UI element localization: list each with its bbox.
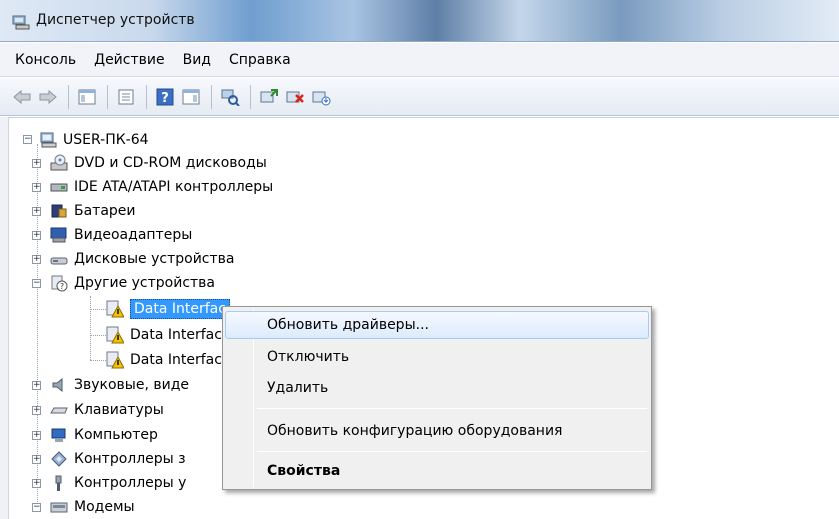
svg-text:?: ? <box>161 91 169 106</box>
expand-toggle[interactable]: + <box>32 406 41 415</box>
tree-item-data-interface-2[interactable]: Data Interfac <box>106 323 222 347</box>
expand-toggle[interactable]: + <box>32 255 41 264</box>
menu-item-delete[interactable]: Удалить <box>225 374 649 402</box>
update-driver-icon[interactable] <box>257 85 281 109</box>
tree-root[interactable]: − USER-ПК-64 <box>23 128 149 152</box>
window-title: Диспетчер устройств <box>36 12 195 28</box>
tree-item-ide[interactable]: + IDE ATA/ATAPI контроллеры <box>32 175 273 199</box>
menu-separator <box>257 451 647 452</box>
tree-item-sound[interactable]: + Звуковые, виде <box>32 373 189 397</box>
toolbar-separator <box>250 84 251 109</box>
menu-item-disable[interactable]: Отключить <box>225 343 649 371</box>
expand-toggle[interactable]: + <box>32 231 41 240</box>
unknown-device-icon: ? <box>51 275 68 292</box>
disable-icon[interactable] <box>309 85 333 109</box>
menu-action[interactable]: Действие <box>85 43 173 77</box>
menu-item-properties[interactable]: Свойства <box>225 457 649 485</box>
battery-icon <box>51 204 67 218</box>
expand-toggle[interactable]: + <box>32 431 41 440</box>
expand-toggle[interactable]: + <box>32 207 41 216</box>
help-icon[interactable]: ? <box>153 85 177 109</box>
tree-item-computer[interactable]: + Компьютер <box>32 423 158 447</box>
menu-view[interactable]: Вид <box>174 43 220 77</box>
expand-toggle[interactable]: + <box>32 159 41 168</box>
modem-icon <box>50 502 68 513</box>
toolbar-separator <box>146 84 147 109</box>
menu-item-update-drivers[interactable]: Обновить драйверы... <box>225 311 649 339</box>
show-hide-console-tree-icon[interactable] <box>75 85 99 109</box>
warning-device-icon <box>106 300 124 318</box>
title-bar: Диспетчер устройств <box>0 0 839 42</box>
toolbar-separator <box>68 84 69 109</box>
disk-drive-icon <box>50 257 68 265</box>
context-menu: Обновить драйверы... Отключить Удалить О… <box>222 306 652 490</box>
forward-arrow-icon[interactable] <box>36 85 60 109</box>
computer-icon <box>40 132 57 148</box>
device-manager-icon <box>12 15 30 30</box>
toolbar-separator <box>211 84 212 109</box>
tree-item-data-interface-1[interactable]: Data Interfac <box>106 297 230 321</box>
tree-item-controllers-1[interactable]: + Контроллеры з <box>32 447 186 471</box>
action-pane-icon[interactable] <box>179 85 203 109</box>
tree-item-data-interface-3[interactable]: Data Interfac <box>106 348 222 372</box>
tree-item-video[interactable]: + Видеоадаптеры <box>32 223 192 247</box>
collapse-toggle[interactable]: − <box>23 135 32 144</box>
tree-item-keyboards[interactable]: + Клавиатуры <box>32 398 164 422</box>
expand-toggle[interactable]: + <box>32 455 41 464</box>
tree-item-batteries[interactable]: + Батареи <box>32 199 136 223</box>
tree-item-dvd[interactable]: + DVD и CD-ROM дисководы <box>32 151 267 175</box>
scan-hardware-icon[interactable] <box>218 85 242 109</box>
expand-toggle[interactable]: + <box>32 183 41 192</box>
warning-device-icon <box>106 351 124 369</box>
storage-controller-icon <box>51 451 67 467</box>
menu-console[interactable]: Консоль <box>6 43 85 77</box>
tree-connector <box>90 309 106 310</box>
tree-item-modems[interactable]: − Модемы <box>32 495 135 519</box>
expand-toggle[interactable]: + <box>32 381 41 390</box>
toolbar-separator <box>107 84 108 109</box>
tree-connector <box>90 360 106 361</box>
warning-device-icon <box>106 326 124 344</box>
computer-icon <box>51 428 66 442</box>
toolbar: ? <box>0 78 839 116</box>
usb-plug-icon <box>55 475 62 491</box>
back-arrow-icon[interactable] <box>10 85 34 109</box>
tree-item-controllers-2[interactable]: + Контроллеры у <box>32 471 186 495</box>
collapse-toggle[interactable]: − <box>32 503 41 512</box>
tree-connector <box>90 296 91 360</box>
root-label: USER-ПК-64 <box>63 132 149 148</box>
menu-help[interactable]: Справка <box>220 43 300 77</box>
tree-item-other[interactable]: − ? Другие устройства <box>32 271 215 295</box>
ide-controller-icon <box>50 183 68 192</box>
uninstall-icon[interactable] <box>283 85 307 109</box>
display-adapter-icon <box>50 227 67 243</box>
svg-text:?: ? <box>60 282 64 291</box>
tree-item-disks[interactable]: + Дисковые устройства <box>32 247 235 271</box>
expand-toggle[interactable]: + <box>32 479 41 488</box>
left-border <box>0 117 9 519</box>
menu-separator <box>257 408 647 409</box>
tree-connector <box>90 335 106 336</box>
menu-item-scan-hardware[interactable]: Обновить конфигурацию оборудования <box>225 417 649 445</box>
keyboard-icon <box>50 407 68 414</box>
speaker-icon <box>52 377 63 393</box>
collapse-toggle[interactable]: − <box>32 279 41 288</box>
properties-icon[interactable] <box>114 85 138 109</box>
menu-bar: Консоль Действие Вид Справка <box>0 43 839 77</box>
dvd-drive-icon <box>50 154 68 171</box>
